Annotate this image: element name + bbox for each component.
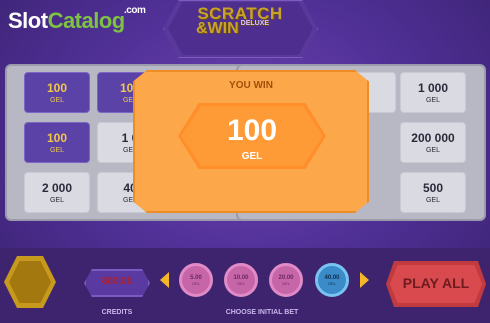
tile-currency: GEL [49, 197, 64, 204]
win-amount: 100 [226, 114, 278, 147]
bet-chip-currency: GEL [191, 281, 200, 286]
tile-value: 1 000 [417, 81, 449, 95]
game-screen: SlotCatalog .com SCRATCH &WIN DELUXE 100 … [0, 0, 490, 323]
tile-value: 2 000 [41, 181, 73, 195]
watermark-com-text: .com [124, 5, 146, 16]
scratch-tile[interactable]: 200 000 GEL [400, 122, 466, 163]
scratch-tile[interactable]: 1 000 GEL [400, 72, 466, 113]
logo-win-text: &WIN [196, 20, 239, 37]
tile-currency: GEL [425, 97, 440, 104]
tile-currency: GEL [49, 97, 64, 104]
bet-chip-currency: GEL [327, 281, 336, 286]
scratch-tile[interactable]: 100 GEL [24, 72, 90, 113]
bet-chip[interactable]: 10.00 GEL [224, 263, 258, 297]
bet-chip-selected[interactable]: 40.00 GEL [315, 263, 349, 297]
tile-value: 500 [422, 181, 444, 195]
tile-currency: GEL [49, 147, 64, 154]
win-popup-title: YOU WIN [229, 80, 273, 91]
slotcatalog-watermark: SlotCatalog .com [8, 5, 146, 34]
credits-label: CREDITS [101, 309, 133, 316]
tile-currency: GEL [425, 147, 440, 154]
bet-chip[interactable]: 5.00 GEL [179, 263, 213, 297]
bet-chip-currency: GEL [236, 281, 245, 286]
bet-chip[interactable]: 20.00 GEL [269, 263, 303, 297]
watermark-catalog-text: Catalog [47, 8, 126, 33]
logo-deluxe-text: DELUXE [240, 20, 270, 27]
play-all-label: PLAY ALL [402, 275, 470, 291]
logo-subtitle: &WIN DELUXE [196, 20, 269, 38]
watermark-slot-text: Slot [8, 8, 48, 33]
credits-value: 800.00 [101, 276, 133, 287]
win-currency: GEL [241, 151, 263, 162]
tile-currency: GEL [425, 197, 440, 204]
tile-value: 100 [46, 131, 68, 145]
bet-decrease-arrow-icon[interactable] [160, 272, 169, 288]
bet-increase-arrow-icon[interactable] [360, 272, 369, 288]
scratch-tile[interactable]: 500 GEL [400, 172, 466, 213]
tile-value: 100 [46, 81, 68, 95]
scratch-tile[interactable]: 2 000 GEL [24, 172, 90, 213]
tile-value: 200 000 [411, 131, 455, 145]
scratch-tile[interactable]: 100 GEL [24, 122, 90, 163]
bet-chip-currency: GEL [281, 281, 290, 286]
choose-bet-label: CHOOSE INITIAL BET [225, 309, 299, 316]
